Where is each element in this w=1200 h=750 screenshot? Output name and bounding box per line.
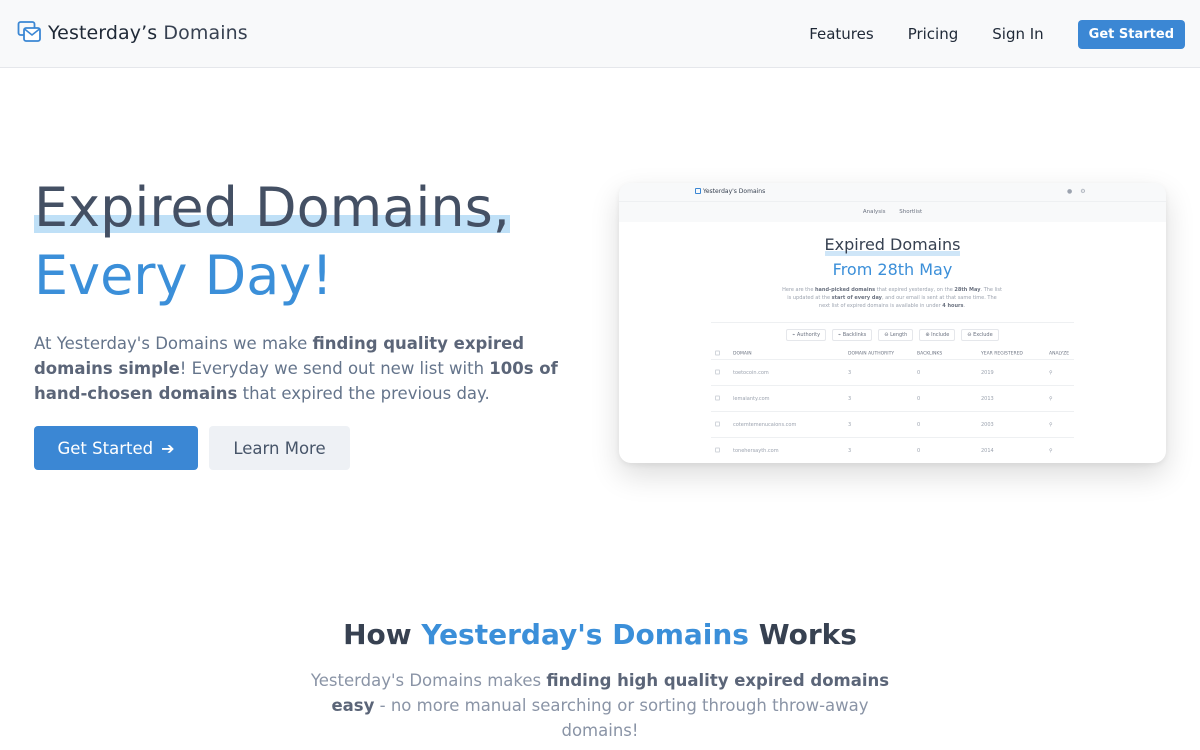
row-year: 2014 <box>981 447 994 454</box>
preview-table: DOMAIN DOMAIN AUTHORITY BACKLINKS YEAR R… <box>711 348 1074 463</box>
how-it-works-title: How Yesterday's Domains Works <box>343 618 857 651</box>
row-backlinks: 0 <box>917 447 921 454</box>
preview-col-year: YEAR REGISTERED <box>981 351 1023 356</box>
preview-divider <box>711 322 1074 323</box>
preview-filter-include: ⊕ Include <box>919 329 956 341</box>
preview-settings-icon: ⚙ <box>1080 188 1094 195</box>
preview-col-authority: DOMAIN AUTHORITY <box>848 351 895 356</box>
preview-col-analyze: ANALYZE <box>1049 351 1070 356</box>
table-row: tonehersayth.com 3 0 2014 ⚲ <box>711 438 1074 463</box>
row-authority: 3 <box>848 447 852 454</box>
row-checkbox <box>715 447 720 454</box>
preview-user-icon: ● <box>1067 188 1081 195</box>
preview-filter-backlinks: ⌁ Backlinks <box>832 329 873 341</box>
row-year: 2013 <box>981 395 994 402</box>
hero-learn-more-label: Learn More <box>233 438 326 458</box>
preview-nav-icons: ●⚙ <box>1067 188 1094 195</box>
preview-tabs: Analysis Shortlist <box>619 202 1166 222</box>
row-domain: toetocoin.com <box>733 369 769 376</box>
nav-get-started-button[interactable]: Get Started <box>1077 19 1185 49</box>
logo-text: Yesterday’s Domains <box>48 21 248 44</box>
row-authority: 3 <box>848 369 852 376</box>
site-logo[interactable]: Yesterday’s Domains <box>17 20 248 45</box>
preview-col-domain: DOMAIN <box>733 351 752 356</box>
table-row: cotemtemenucaions.com 3 0 2003 ⚲ <box>711 412 1074 438</box>
preview-logo-icon <box>695 188 701 194</box>
row-authority: 3 <box>848 395 852 402</box>
product-preview: Yesterday's Domains ●⚙ Analysis Shortlis… <box>619 183 1166 463</box>
hero-get-started-label: Get Started <box>57 438 154 458</box>
preview-logo: Yesterday's Domains <box>695 188 765 195</box>
row-checkbox <box>715 421 720 428</box>
nav-links: Features Pricing Sign In Get Started <box>809 0 1200 68</box>
row-domain: lemaianty.com <box>733 395 770 402</box>
hero-get-started-button[interactable]: Get Started ➔ <box>34 426 198 470</box>
row-backlinks: 0 <box>917 369 921 376</box>
preview-tab-shortlist: Shortlist <box>899 209 923 215</box>
row-backlinks: 0 <box>917 395 921 402</box>
preview-filter-authority: ⌁ Authority <box>786 329 827 341</box>
preview-navbar: Yesterday's Domains ●⚙ <box>619 183 1166 202</box>
hero-title: Expired Domains, Every Day! <box>34 174 510 310</box>
preview-filter-exclude: ⊖ Exclude <box>961 329 999 341</box>
magnifier-icon: ⚲ <box>1049 369 1053 376</box>
preview-filters: ⌁ Authority ⌁ Backlinks ⊖ Length ⊕ Inclu… <box>619 329 1166 341</box>
magnifier-icon: ⚲ <box>1049 447 1053 454</box>
preview-tab-analysis: Analysis <box>862 209 886 215</box>
magnifier-icon: ⚲ <box>1049 395 1053 402</box>
logo-icon <box>17 21 41 42</box>
row-backlinks: 0 <box>917 421 921 428</box>
preview-col-backlinks: BACKLINKS <box>917 351 943 356</box>
nav-link-pricing[interactable]: Pricing <box>908 25 959 43</box>
preview-header-checkbox <box>715 350 720 357</box>
hero-title-line2: Every Day! <box>34 244 333 307</box>
arrow-right-icon: ➔ <box>161 438 175 458</box>
row-checkbox <box>715 395 720 402</box>
hero-learn-more-button[interactable]: Learn More <box>209 426 350 470</box>
hero-title-line1: Expired Domains, <box>34 176 510 239</box>
row-year: 2019 <box>981 369 994 376</box>
preview-table-header: DOMAIN DOMAIN AUTHORITY BACKLINKS YEAR R… <box>711 348 1074 360</box>
row-checkbox <box>715 369 720 376</box>
row-year: 2003 <box>981 421 994 428</box>
table-row: toetocoin.com 3 0 2019 ⚲ <box>711 360 1074 386</box>
preview-subtitle: From 28th May <box>832 260 953 279</box>
row-domain: cotemtemenucaions.com <box>733 421 797 428</box>
preview-description: Here are the hand-picked domains that ex… <box>782 287 1002 309</box>
table-row: lemaianty.com 3 0 2013 ⚲ <box>711 386 1074 412</box>
row-domain: tonehersayth.com <box>733 447 779 454</box>
nav-link-features[interactable]: Features <box>809 25 874 43</box>
row-authority: 3 <box>848 421 852 428</box>
top-navbar: Yesterday’s Domains Features Pricing Sig… <box>0 0 1200 68</box>
hero-description: At Yesterday's Domains we make finding q… <box>34 334 558 403</box>
nav-link-sign-in[interactable]: Sign In <box>992 25 1043 43</box>
preview-filter-length: ⊖ Length <box>878 329 914 341</box>
how-it-works-description: Yesterday's Domains makes finding high q… <box>310 671 890 740</box>
preview-title: Expired Domains <box>824 235 961 256</box>
magnifier-icon: ⚲ <box>1049 421 1053 428</box>
